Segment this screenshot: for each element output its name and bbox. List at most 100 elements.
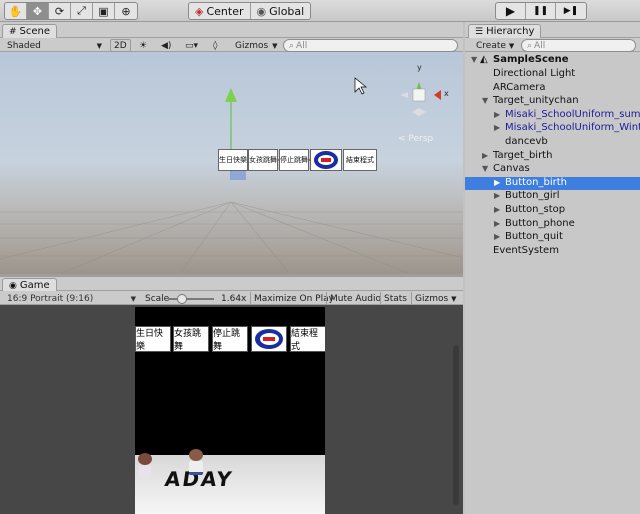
layers-toggle[interactable]: ◊ xyxy=(210,39,220,52)
hierarchy-search-input[interactable]: ⌕ All xyxy=(521,39,636,52)
gizmos-dropdown[interactable]: Gizmos ▼ xyxy=(232,39,281,52)
shading-mode-dropdown[interactable]: Shaded ▼ xyxy=(4,39,104,52)
logo-icon xyxy=(255,329,283,349)
hierarchy-item[interactable]: ▶ Misaki_SchoolUniform_Winter xyxy=(465,122,640,135)
sun-icon: ☀ xyxy=(139,40,148,51)
expand-arrow-icon[interactable]: ▶ xyxy=(494,110,502,119)
game-button-birth[interactable]: 生日快樂 xyxy=(135,326,171,352)
game-screen[interactable]: 生日快樂 女孩跳舞 停止跳舞 結束程式 ADAY xyxy=(135,307,325,514)
expand-arrow-icon[interactable]: ▶ xyxy=(494,232,502,241)
scene-orientation-gizmo[interactable] xyxy=(400,82,441,116)
world-button-girl[interactable]: 女孩跳舞 xyxy=(248,149,278,171)
hierarchy-item[interactable]: Directional Light xyxy=(465,68,640,81)
hierarchy-item[interactable]: ▶ Target_birth xyxy=(465,150,640,163)
expand-arrow-icon[interactable]: ▶ xyxy=(494,205,502,214)
tab-scene[interactable]: # Scene xyxy=(2,24,58,38)
pivot-global-button[interactable]: ◉ Global xyxy=(251,3,311,19)
game-tab-strip xyxy=(0,277,463,291)
pivot-center-button[interactable]: ◈ Center xyxy=(189,3,251,19)
hierarchy-item-label: Button_phone xyxy=(505,217,575,229)
expand-arrow-icon[interactable]: ▶ xyxy=(494,191,502,200)
speaker-icon: ◀) xyxy=(161,40,172,51)
rotate-tool-icon[interactable]: ⟳ xyxy=(49,3,71,19)
hierarchy-item[interactable]: ▶ Button_stop xyxy=(465,204,640,217)
collapse-arrow-icon[interactable]: ▼ xyxy=(482,96,490,105)
world-button-stop[interactable]: 停止跳舞 xyxy=(279,149,309,171)
hierarchy-panel: Create ▼ ⌕ All ▼ ◭ SampleScene Direction… xyxy=(465,38,640,514)
maximize-on-play-toggle[interactable]: Maximize On Play xyxy=(250,292,337,305)
lighting-toggle[interactable]: ☀ xyxy=(136,39,150,52)
scale-slider-thumb[interactable] xyxy=(176,294,187,304)
game-button-girl[interactable]: 女孩跳舞 xyxy=(173,326,209,352)
world-button-phone[interactable] xyxy=(310,149,342,171)
hierarchy-item[interactable]: ▼ Canvas xyxy=(465,163,640,176)
hand-tool-icon[interactable]: ✋ xyxy=(5,3,27,19)
aspect-dropdown[interactable]: 16:9 Portrait (9:16) ▼ xyxy=(4,292,138,305)
scene-viewport[interactable]: y x < Persp 生日快樂 女孩跳舞 停止跳舞 結束程式 xyxy=(0,52,463,274)
chevron-down-icon: ▼ xyxy=(451,294,457,303)
hierarchy-item[interactable]: EventSystem xyxy=(465,245,640,258)
step-button[interactable]: ▶❚ xyxy=(556,3,586,19)
expand-arrow-icon[interactable]: ▶ xyxy=(494,123,502,132)
game-viewport[interactable]: 生日快樂 女孩跳舞 停止跳舞 結束程式 ADAY xyxy=(0,305,463,514)
expand-arrow-icon[interactable]: ▶ xyxy=(494,219,502,228)
audio-toggle[interactable]: ◀) xyxy=(158,39,174,52)
tab-game[interactable]: ◉ Game xyxy=(2,278,57,292)
hierarchy-item-label: Misaki_SchoolUniform_summer xyxy=(505,108,640,120)
hierarchy-item[interactable]: ▼ Target_unitychan xyxy=(465,95,640,108)
character-left xyxy=(137,453,153,479)
playback-controls: ▶ ❚❚ ▶❚ xyxy=(495,2,587,20)
step-icon: ▶❚ xyxy=(563,6,579,16)
pivot-center-label: Center xyxy=(206,4,244,18)
pause-button[interactable]: ❚❚ xyxy=(526,3,556,19)
hierarchy-item[interactable]: ▶Misaki_SchoolUniform_summer xyxy=(465,109,640,122)
hierarchy-item[interactable]: ▶ Button_quit xyxy=(465,231,640,244)
rect-tool-icon[interactable]: ▣ xyxy=(93,3,115,19)
game-button-quit[interactable]: 結束程式 xyxy=(290,326,325,352)
tab-hierarchy[interactable]: ☰ Hierarchy xyxy=(468,24,542,38)
mode-2d-toggle[interactable]: 2D xyxy=(110,39,131,52)
expand-arrow-icon[interactable]: ▶ xyxy=(494,178,502,187)
scene-name: SampleScene xyxy=(493,54,569,65)
hierarchy-item[interactable]: ARCamera xyxy=(465,82,640,95)
chevron-down-icon: ▼ xyxy=(96,41,102,50)
create-dropdown[interactable]: Create ▼ xyxy=(473,39,517,52)
expand-arrow-icon[interactable]: ▼ xyxy=(471,55,479,64)
pivot-global-label: Global xyxy=(269,4,305,18)
scene-root-row[interactable]: ▼ ◭ SampleScene xyxy=(465,54,640,67)
scale-tool-icon[interactable]: ⤢ xyxy=(71,3,93,19)
world-button-quit[interactable]: 結束程式 xyxy=(343,149,377,171)
scene-tab-icon: # xyxy=(9,26,17,37)
center-icon: ◈ xyxy=(195,4,204,18)
hierarchy-item-label: EventSystem xyxy=(493,244,559,256)
game-gizmos-toggle[interactable]: Gizmos ▼ xyxy=(411,292,460,305)
hierarchy-item[interactable]: ▶ Button_phone xyxy=(465,218,640,231)
world-button-birth[interactable]: 生日快樂 xyxy=(218,149,248,171)
layers-icon: ◊ xyxy=(213,40,218,51)
game-scrollbar[interactable] xyxy=(453,345,459,505)
stats-toggle[interactable]: Stats xyxy=(380,292,410,305)
game-button-phone[interactable] xyxy=(251,326,287,352)
hierarchy-item[interactable]: dancevb xyxy=(465,136,640,149)
game-tab-icon: ◉ xyxy=(9,280,17,291)
scale-slider-track[interactable] xyxy=(168,298,214,300)
effects-dropdown[interactable]: ▭▾ xyxy=(182,39,201,52)
mode-2d-label: 2D xyxy=(114,40,127,51)
transform-tool-icon[interactable]: ⊕ xyxy=(115,3,137,19)
play-button[interactable]: ▶ xyxy=(496,3,526,19)
y-axis-handle[interactable] xyxy=(225,88,237,102)
mute-audio-toggle[interactable]: Mute Audio xyxy=(326,292,384,305)
chevron-down-icon: ▼ xyxy=(130,294,136,303)
collapse-arrow-icon[interactable]: ▼ xyxy=(482,164,490,173)
gizmos-label: Gizmos xyxy=(235,40,269,51)
game-button-stop[interactable]: 停止跳舞 xyxy=(212,326,248,352)
hierarchy-search-placeholder: All xyxy=(534,40,546,51)
hierarchy-tab-label: Hierarchy xyxy=(486,26,535,37)
hierarchy-item-label: Button_quit xyxy=(505,231,563,243)
move-tool-icon[interactable]: ✥ xyxy=(27,3,49,19)
hierarchy-item[interactable]: ▶ Button_birth xyxy=(465,176,640,190)
persp-label[interactable]: < Persp xyxy=(398,134,433,144)
expand-arrow-icon[interactable]: ▶ xyxy=(482,151,490,160)
hierarchy-item[interactable]: ▶ Button_girl xyxy=(465,190,640,203)
scene-search-input[interactable]: ⌕ All xyxy=(283,39,458,52)
